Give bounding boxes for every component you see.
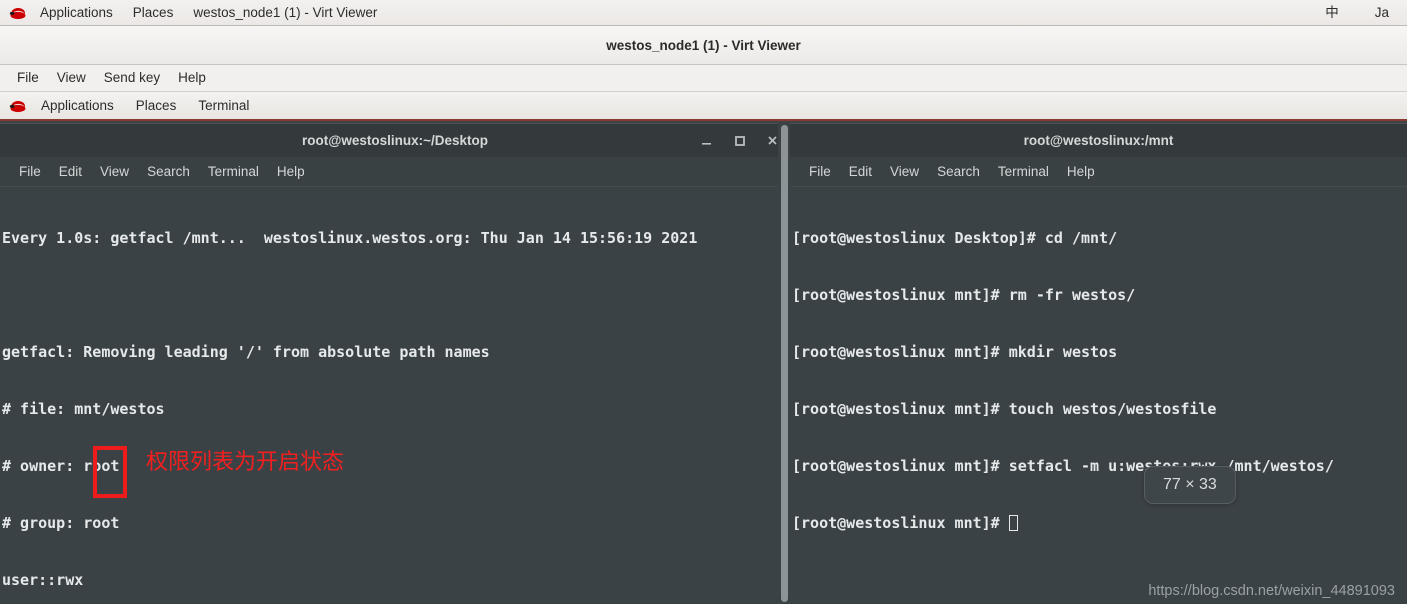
right-term-menu-terminal[interactable]: Terminal — [989, 158, 1058, 186]
guest-top-panel: Applications Places Terminal — [0, 92, 1407, 121]
terminal-line: # group: root — [2, 514, 120, 532]
right-terminal-titlebar[interactable]: root@westoslinux:/mnt — [790, 123, 1407, 157]
vv-menu-help[interactable]: Help — [169, 65, 215, 91]
terminal-prompt-line: [root@westoslinux mnt]# — [792, 514, 1407, 533]
left-term-menu-view[interactable]: View — [91, 158, 138, 186]
vv-menu-send-key[interactable]: Send key — [95, 65, 169, 91]
left-term-menu-search[interactable]: Search — [138, 158, 199, 186]
terminal-line: # owner: root — [2, 457, 120, 475]
terminal-prompt: [root@westoslinux mnt]# — [792, 514, 1009, 532]
minimize-icon[interactable] — [699, 133, 714, 148]
terminal-line: Every 1.0s: getfacl /mnt... westoslinux.… — [2, 229, 698, 247]
guest-terminal-menu[interactable]: Terminal — [187, 92, 260, 119]
terminal-cursor — [1008, 515, 1018, 531]
terminal-line: [root@westoslinux mnt]# setfacl -m u:wes… — [792, 457, 1334, 475]
right-terminal-title: root@westoslinux:/mnt — [1023, 133, 1174, 148]
clock-indicator[interactable]: Ja — [1357, 0, 1407, 25]
right-term-menu-view[interactable]: View — [881, 158, 928, 186]
left-term-menu-edit[interactable]: Edit — [50, 158, 91, 186]
virt-viewer-titlebar: westos_node1 (1) - Virt Viewer — [0, 26, 1407, 65]
csdn-url-watermark: https://blog.csdn.net/weixin_44891093 — [1148, 583, 1395, 599]
maximize-icon[interactable] — [732, 133, 747, 148]
host-window-title[interactable]: westos_node1 (1) - Virt Viewer — [183, 0, 387, 25]
scrollbar-thumb[interactable] — [781, 125, 788, 602]
guest-redhat-logo-icon — [8, 98, 28, 114]
host-top-panel: Applications Places westos_node1 (1) - V… — [0, 0, 1407, 26]
host-panel-right: 中 Ja — [1307, 0, 1407, 25]
left-terminal-output[interactable]: Every 1.0s: getfacl /mnt... westoslinux.… — [0, 187, 790, 604]
left-terminal-titlebar[interactable]: root@westoslinux:~/Desktop — [0, 123, 790, 157]
right-term-menu-file[interactable]: File — [800, 158, 840, 186]
right-term-menu-help[interactable]: Help — [1058, 158, 1104, 186]
terminal-line: # file: mnt/westos — [2, 400, 165, 418]
left-terminal-window-controls — [699, 124, 780, 157]
terminal-line: user::rwx — [2, 571, 84, 589]
terminal-line: [root@westoslinux mnt]# touch westos/wes… — [792, 400, 1217, 418]
guest-desktop: 西部开源 root@westoslinux:~/Desktop — [0, 123, 1407, 604]
terminal-line: getfacl: Removing leading '/' from absol… — [2, 343, 490, 361]
left-term-menu-file[interactable]: File — [10, 158, 50, 186]
vv-menu-file[interactable]: File — [8, 65, 48, 91]
left-terminal-menubar: File Edit View Search Terminal Help — [0, 157, 790, 187]
input-method-indicator[interactable]: 中 — [1307, 0, 1357, 25]
terminal-size-indicator: 77 × 33 — [1144, 466, 1236, 504]
host-places-menu[interactable]: Places — [123, 0, 184, 25]
terminal-line: [root@westoslinux mnt]# mkdir westos — [792, 343, 1118, 361]
guest-places-menu[interactable]: Places — [125, 92, 188, 119]
guest-applications-menu[interactable]: Applications — [30, 92, 125, 119]
right-terminal-output[interactable]: [root@westoslinux Desktop]# cd /mnt/ [ro… — [790, 187, 1407, 604]
right-terminal-window[interactable]: root@westoslinux:/mnt File Edit View Sea… — [790, 123, 1407, 604]
left-terminal-title: root@westoslinux:~/Desktop — [301, 133, 489, 148]
left-terminal-window[interactable]: root@westoslinux:~/Desktop File Edit Vie… — [0, 123, 790, 604]
redhat-logo-icon — [8, 5, 28, 21]
right-term-menu-edit[interactable]: Edit — [840, 158, 881, 186]
terminal-line: [root@westoslinux Desktop]# cd /mnt/ — [792, 229, 1118, 247]
screen-root: Applications Places westos_node1 (1) - V… — [0, 0, 1407, 604]
terminal-line: [root@westoslinux mnt]# rm -fr westos/ — [792, 286, 1136, 304]
virt-viewer-title: westos_node1 (1) - Virt Viewer — [606, 37, 801, 53]
right-terminal-menubar: File Edit View Search Terminal Help — [790, 157, 1407, 187]
left-terminal-scrollbar[interactable] — [778, 123, 790, 604]
vv-menu-view[interactable]: View — [48, 65, 95, 91]
right-term-menu-search[interactable]: Search — [928, 158, 989, 186]
left-term-menu-terminal[interactable]: Terminal — [199, 158, 268, 186]
host-applications-menu[interactable]: Applications — [30, 0, 123, 25]
virt-viewer-menubar: File View Send key Help — [0, 65, 1407, 92]
left-term-menu-help[interactable]: Help — [268, 158, 314, 186]
